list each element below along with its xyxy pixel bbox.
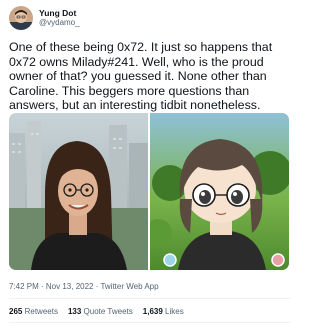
- retweets-label: Retweets: [24, 307, 58, 316]
- tweet-timestamp[interactable]: 7:42 PM · Nov 13, 2022 · Twitter Web App: [9, 282, 159, 291]
- likes-label: Likes: [165, 307, 184, 316]
- likes-stat[interactable]: 1,639 Likes: [143, 307, 184, 316]
- person-photo-icon: [9, 113, 148, 270]
- tweet-media[interactable]: [9, 113, 289, 270]
- quotes-count: 133: [67, 307, 82, 316]
- display-name[interactable]: Yung Dot: [39, 8, 80, 18]
- retweets-stat[interactable]: 265 Retweets: [9, 307, 58, 316]
- media-photo-left[interactable]: [9, 113, 148, 270]
- tweet-text: One of these being 0x72. It just so happ…: [9, 40, 273, 112]
- divider: [9, 322, 291, 323]
- anime-avatar-icon: [150, 113, 289, 270]
- quotes-label: Quote Tweets: [83, 307, 133, 316]
- author-names: Yung Dot @vydamo_: [39, 8, 80, 28]
- retweets-count: 265: [9, 307, 23, 316]
- user-handle[interactable]: @vydamo_: [39, 18, 80, 28]
- avatar-photo-icon: [9, 6, 33, 30]
- divider: [9, 298, 291, 299]
- tweet-card: Yung Dot @vydamo_ One of these being 0x7…: [0, 0, 300, 328]
- avatar[interactable]: [9, 6, 33, 30]
- tweet-header: Yung Dot @vydamo_: [9, 5, 291, 31]
- likes-count: 1,639: [142, 307, 163, 316]
- media-photo-right[interactable]: [150, 113, 289, 270]
- quotes-stat[interactable]: 133 Quote Tweets: [68, 307, 133, 316]
- tweet-stats: 265 Retweets 133 Quote Tweets 1,639 Like…: [9, 307, 184, 316]
